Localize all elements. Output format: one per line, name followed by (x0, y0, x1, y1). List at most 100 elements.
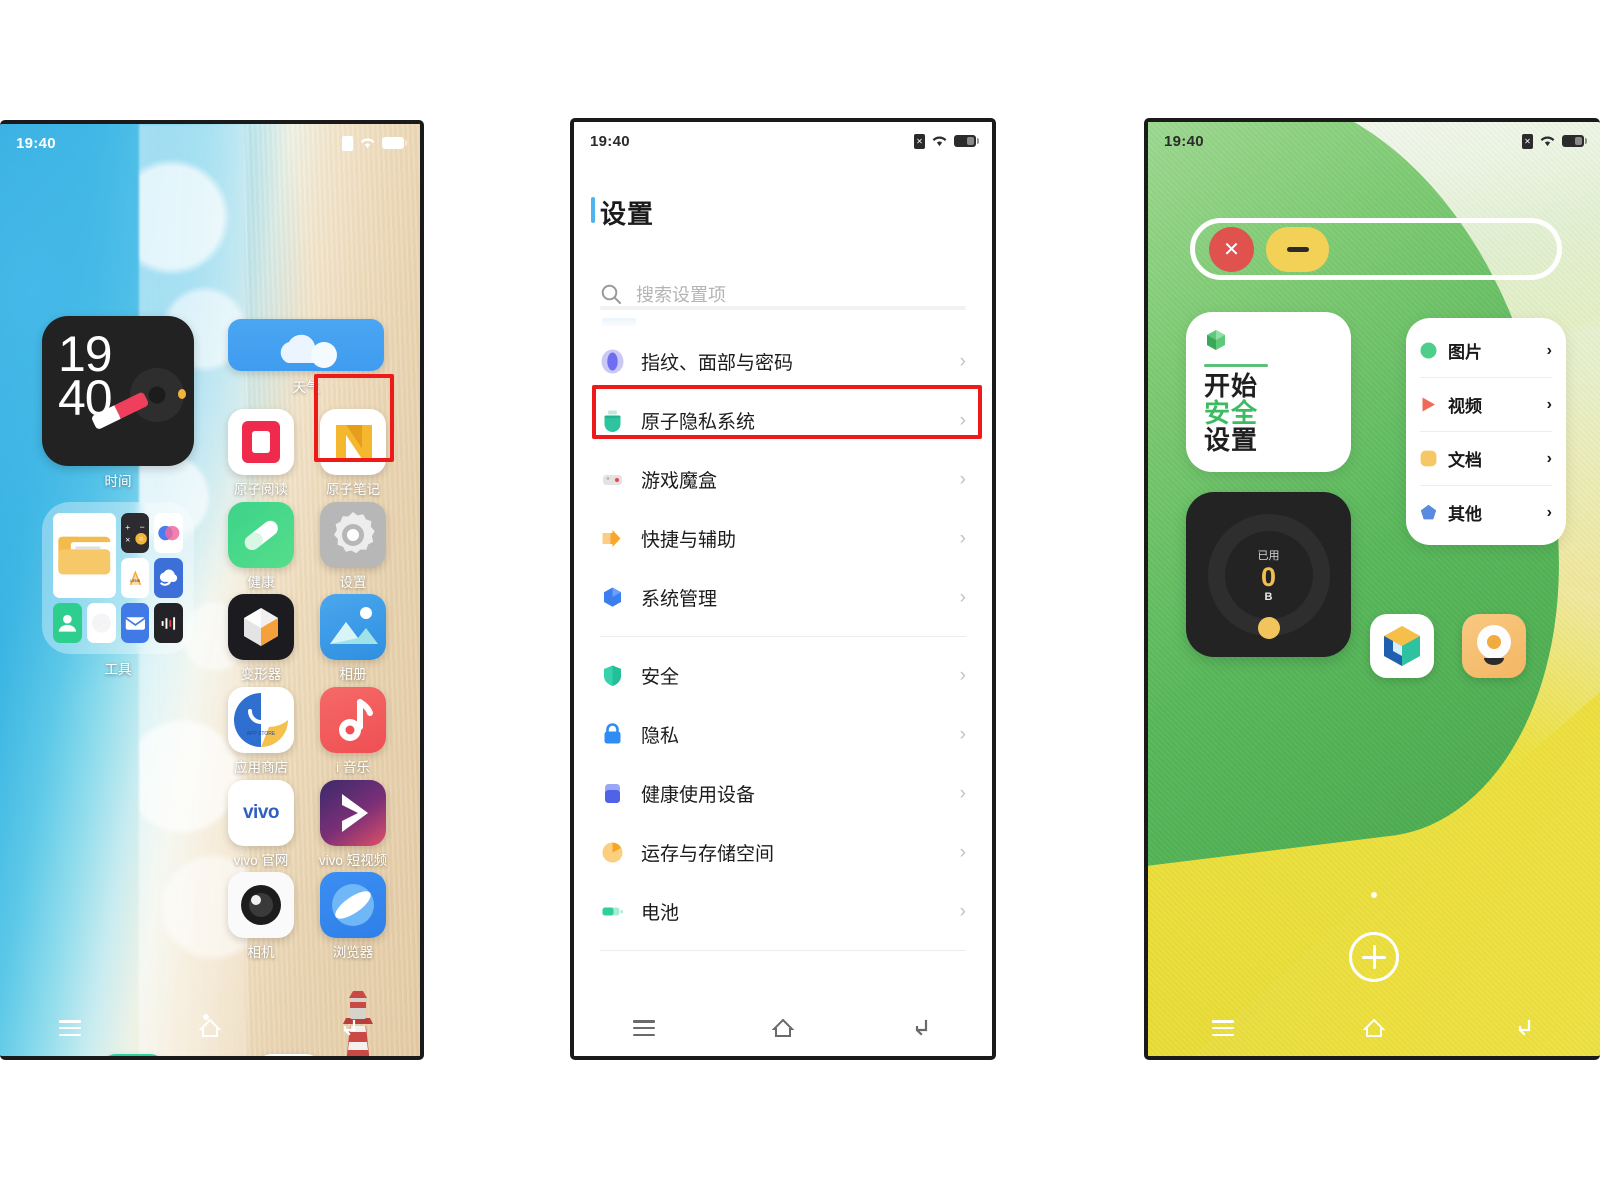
file-category-label: 图片 (1448, 343, 1482, 362)
status-icons (914, 133, 979, 149)
settings-group-divider (600, 636, 966, 637)
status-icons (1522, 133, 1587, 149)
settings-row-security[interactable]: 安全 › (574, 646, 992, 705)
phone1-app-layer: 19 40 时间 + − × = LENS 工具 天气 原子阅读 原子笔记 健康… (0, 124, 420, 1056)
chevron-right-icon: › (959, 409, 966, 431)
settings-row-game-box[interactable]: 游戏魔盒 › (574, 450, 992, 509)
recent-apps-icon (632, 1020, 655, 1036)
page-title: 设置 (590, 194, 654, 231)
settings-row-label: 原子隐私系统 (641, 412, 756, 433)
app-health[interactable] (228, 502, 294, 568)
wifi-icon (932, 136, 947, 147)
system-manage-icon (600, 585, 625, 610)
settings-row-storage[interactable]: 运存与存储空间 › (574, 823, 992, 882)
file-category-label: 其他 (1448, 505, 1482, 524)
back-icon (916, 1019, 928, 1036)
chevron-right-icon: › (959, 900, 966, 922)
app-settings[interactable] (320, 502, 386, 568)
app-health-label: 健康 (247, 575, 275, 590)
close-button[interactable]: ✕ (1209, 226, 1254, 272)
clock-widget[interactable]: 19 40 (42, 316, 194, 466)
svg-text:APP STORE: APP STORE (247, 731, 276, 737)
home-icon (1362, 1018, 1385, 1037)
app-weather[interactable] (228, 319, 384, 371)
nav-home-button[interactable] (753, 1008, 813, 1048)
app-transformer[interactable] (228, 594, 294, 660)
settings-list: 指纹、面部与密码 › 原子隐私系统 › 游戏魔盒 › 快捷与辅助 › 系统管理 … (574, 332, 992, 960)
sim-no-card-icon (1522, 133, 1533, 149)
app-gallery-label: 相册 (339, 667, 367, 682)
notes-mini-icon (53, 513, 116, 598)
nav-home-button[interactable] (1344, 1008, 1404, 1048)
app-flashlight[interactable] (1462, 614, 1526, 678)
settings-row-label: 安全 (641, 667, 680, 688)
app-gallery[interactable] (320, 594, 386, 660)
settings-row-label: 电池 (641, 903, 680, 924)
search-placeholder: 搜索设置项 (636, 285, 726, 305)
app-atomic-reading[interactable] (228, 409, 294, 475)
partial-scrolled-row (602, 318, 636, 326)
settings-row-label: 游戏魔盒 (641, 471, 718, 492)
settings-row-digital-wellbeing[interactable]: 健康使用设备 › (574, 764, 992, 823)
start-card-line-3: 设置 (1204, 425, 1259, 455)
add-app-button[interactable] (1349, 932, 1399, 982)
app-atomic-notes[interactable] (320, 409, 386, 475)
phone-2-settings-screen: 19:40 设置 搜索设置项 (570, 118, 996, 1060)
nav-back-button[interactable] (320, 1008, 380, 1048)
usage-caption: 已用 (1257, 549, 1280, 562)
folder-tools[interactable]: + − × = LENS (42, 502, 194, 654)
email-mini-icon (120, 603, 150, 643)
usage-ring-inner: 已用 0 B (1224, 530, 1313, 619)
contacts-mini-icon (53, 603, 82, 643)
settings-row-atomic-privacy[interactable]: 原子隐私系统 › (574, 391, 992, 450)
settings-row-battery[interactable]: 电池 › (574, 882, 992, 941)
app-camera[interactable] (228, 872, 294, 938)
nav-home-button[interactable] (180, 1008, 240, 1048)
nav-recent-apps-button[interactable] (614, 1008, 674, 1048)
minimize-button[interactable] (1266, 226, 1329, 272)
clock-widget-label: 时间 (104, 474, 132, 489)
storage-usage-card[interactable]: 已用 0 B (1186, 492, 1351, 657)
search-underline (600, 306, 966, 310)
file-category-pictures[interactable]: 图片 › (1406, 324, 1566, 377)
settings-row-fingerprint[interactable]: 指纹、面部与密码 › (574, 332, 992, 391)
privacy-lock-icon (600, 722, 625, 747)
digital-wellbeing-icon (600, 781, 625, 806)
nav-recent-apps-button[interactable] (40, 1008, 100, 1048)
app-files-cube[interactable] (1370, 614, 1434, 678)
screenshot-canvas: 19:40 1940 (0, 0, 1600, 1200)
clock-widget-time: 19 40 (58, 326, 113, 426)
app-imusic-label: i 音乐 (336, 760, 370, 775)
nav-back-button[interactable] (892, 1008, 952, 1048)
start-card-line-1: 开始 (1204, 371, 1259, 401)
app-app-store[interactable]: APP STORE (228, 687, 294, 753)
phone1-nav-bar (0, 1000, 420, 1056)
sim-no-card-icon (342, 135, 353, 151)
chevron-right-icon: › (959, 527, 966, 549)
settings-row-label: 系统管理 (641, 589, 718, 610)
app-vivo-shortvideo[interactable] (320, 780, 386, 846)
file-category-documents[interactable]: 文档 › (1406, 432, 1566, 485)
storage-icon (600, 840, 625, 865)
recent-apps-icon (1212, 1020, 1235, 1036)
phone-1-home-screen: 19:40 1940 (0, 120, 424, 1060)
settings-row-privacy[interactable]: 隐私 › (574, 705, 992, 764)
file-category-others[interactable]: 其他 › (1406, 486, 1566, 539)
phone3-nav-bar (1148, 1000, 1600, 1056)
settings-row-system-manage[interactable]: 系统管理 › (574, 568, 992, 627)
phone3-screen: 19:40 ✕ ✕ 开始 安全 设置 图片 › 视频 › 文档 › 其他 › 已… (1148, 122, 1600, 1056)
sim-no-card-icon (914, 133, 925, 149)
svg-text:LENS: LENS (130, 579, 140, 583)
nav-back-button[interactable] (1495, 1008, 1555, 1048)
settings-row-shortcut-assist[interactable]: 快捷与辅助 › (574, 509, 992, 568)
chevron-right-icon: › (1546, 341, 1552, 359)
app-imusic[interactable] (320, 687, 386, 753)
file-category-videos[interactable]: 视频 › (1406, 378, 1566, 431)
status-icons (342, 135, 407, 151)
app-vivo-official[interactable]: vivo (228, 780, 294, 846)
app-browser[interactable] (320, 872, 386, 938)
start-security-setup-card[interactable]: 开始 安全 设置 (1186, 312, 1351, 472)
card-rule (1204, 364, 1268, 367)
videos-icon (1420, 396, 1437, 413)
nav-recent-apps-button[interactable] (1193, 1008, 1253, 1048)
